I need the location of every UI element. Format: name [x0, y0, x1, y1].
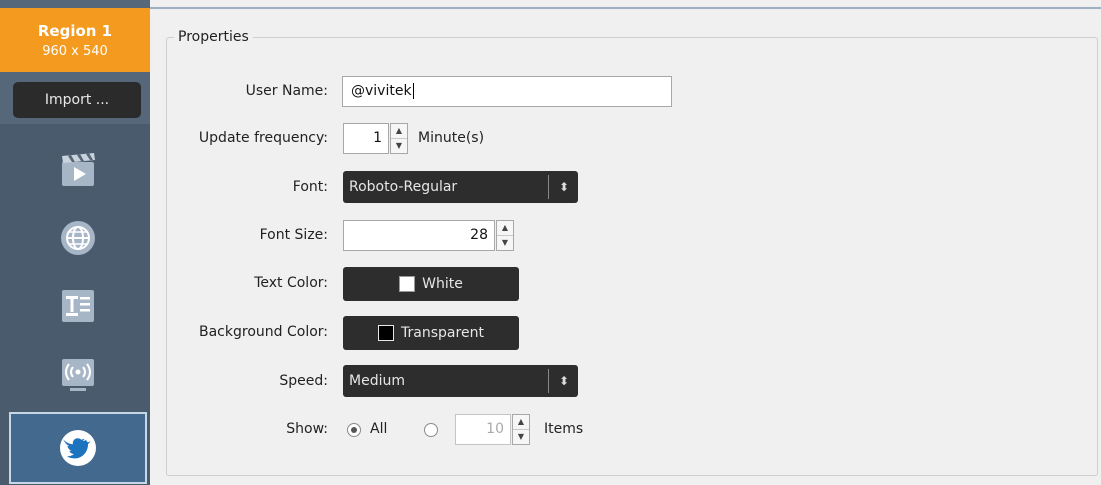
color-swatch	[378, 325, 395, 341]
spin-up-icon[interactable]: ▲	[513, 415, 529, 430]
radio-dot	[351, 427, 357, 433]
font-value: Roboto-Regular	[349, 179, 458, 195]
user-name-label: User Name:	[245, 83, 328, 99]
chevron-updown-icon: ⬍	[558, 180, 570, 194]
font-select[interactable]: Roboto-Regular ⬍	[343, 171, 578, 203]
font-size-input[interactable]: 28	[343, 220, 495, 251]
show-items-label: Items	[544, 421, 584, 437]
speed-value: Medium	[349, 373, 405, 389]
show-all-radio[interactable]	[347, 423, 361, 437]
speed-label: Speed:	[279, 373, 328, 389]
region-name: Region 1	[37, 22, 113, 40]
update-frequency-unit: Minute(s)	[418, 130, 485, 146]
spin-down-icon[interactable]: ▼	[391, 139, 407, 154]
chevron-updown-icon: ⬍	[558, 374, 570, 388]
text-color-button[interactable]: White	[343, 267, 519, 301]
show-all-label: All	[370, 421, 388, 437]
top-divider	[150, 7, 1101, 9]
text-color-label: Text Color:	[254, 275, 328, 291]
background-color-button[interactable]: Transparent	[343, 316, 519, 350]
user-name-value: @vivitek	[351, 83, 412, 99]
update-frequency-input[interactable]: 1	[343, 123, 389, 154]
show-items-spinner[interactable]: ▲ ▼	[512, 414, 530, 445]
region-tile[interactable]: Region 1 960 x 540	[0, 8, 150, 72]
color-swatch	[399, 276, 416, 292]
font-label: Font:	[292, 179, 328, 195]
user-name-input[interactable]: @vivitek	[342, 76, 672, 107]
spin-down-icon[interactable]: ▼	[513, 430, 529, 445]
show-items-count[interactable]: 10	[455, 414, 511, 445]
background-color-label: Background Color:	[199, 324, 328, 340]
spin-up-icon[interactable]: ▲	[497, 221, 513, 236]
font-size-label: Font Size:	[259, 227, 328, 243]
select-separator	[548, 175, 549, 199]
spin-down-icon[interactable]: ▼	[497, 236, 513, 251]
speed-select[interactable]: Medium ⬍	[343, 365, 578, 397]
background-color-value: Transparent	[401, 325, 484, 341]
update-frequency-spinner[interactable]: ▲ ▼	[390, 123, 408, 154]
properties-title: Properties	[174, 29, 253, 45]
select-separator	[548, 369, 549, 393]
update-frequency-label: Update frequency:	[198, 130, 328, 146]
text-color-value: White	[422, 276, 463, 292]
region-size: 960 x 540	[42, 44, 108, 59]
font-size-spinner[interactable]: ▲ ▼	[496, 220, 514, 251]
show-label: Show:	[286, 421, 328, 437]
spin-up-icon[interactable]: ▲	[391, 124, 407, 139]
show-items-radio[interactable]	[424, 423, 438, 437]
